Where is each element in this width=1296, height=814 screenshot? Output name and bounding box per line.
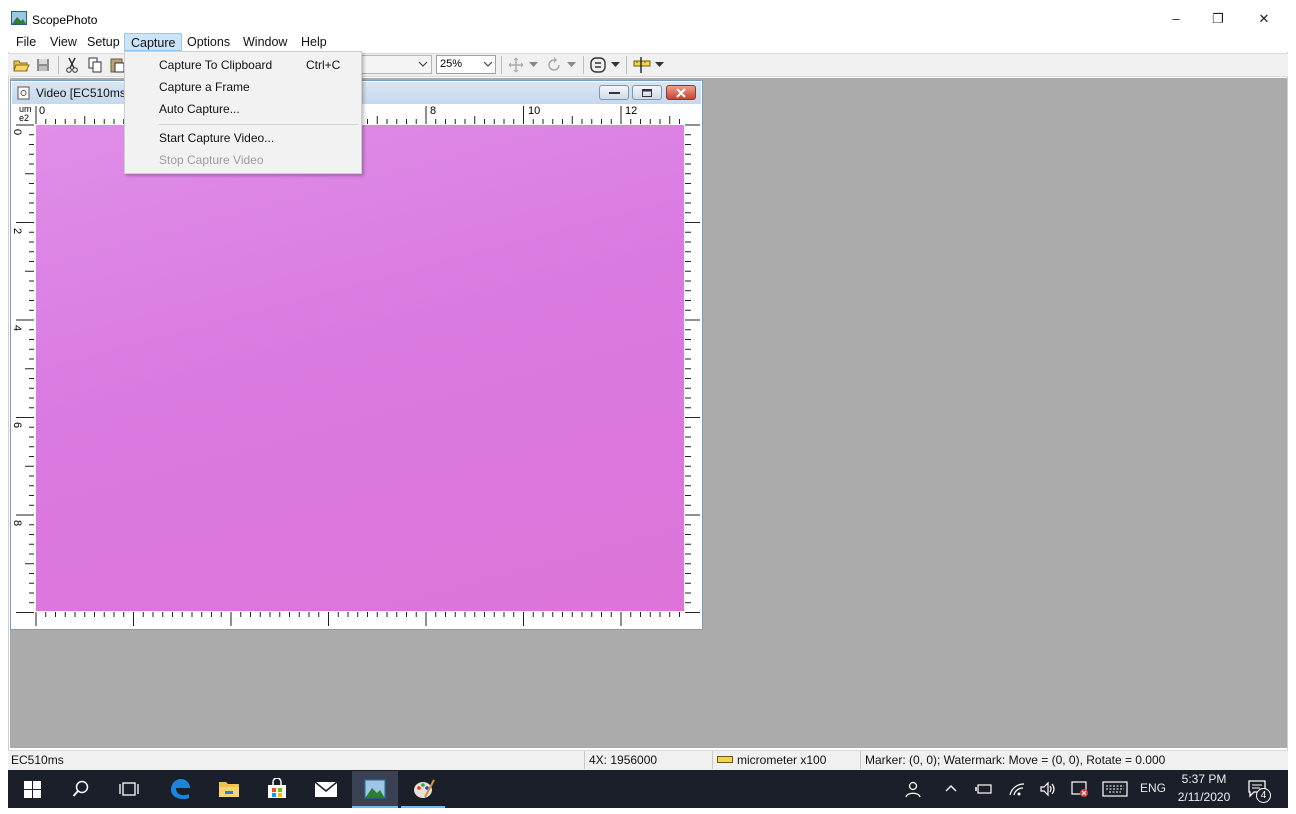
video-window-title: Video [EC510ms] <box>36 86 130 100</box>
video-image[interactable] <box>36 125 684 611</box>
scopephoto-app-icon <box>11 11 27 25</box>
clock-time[interactable]: 5:37 PM <box>1172 772 1236 786</box>
menu-item-capture-a-frame[interactable]: Capture a Frame <box>159 77 250 97</box>
caret-down-icon[interactable] <box>611 62 620 68</box>
ruler-label-left-2: 2 <box>11 227 24 235</box>
camera-document-icon <box>17 86 30 100</box>
windows-start-icon[interactable] <box>24 781 41 798</box>
search-icon[interactable] <box>72 780 90 798</box>
status-separator <box>860 751 861 769</box>
status-camera: EC510ms <box>11 753 64 767</box>
menu-window[interactable]: Window <box>237 33 293 51</box>
paint-app-icon[interactable] <box>412 777 436 801</box>
align-icon[interactable] <box>589 56 607 74</box>
battery-plug-icon[interactable] <box>975 781 993 797</box>
keyboard-icon[interactable] <box>1102 781 1128 797</box>
open-folder-icon[interactable] <box>12 56 30 74</box>
toolbar-separator <box>58 56 59 74</box>
minimize-icon <box>609 92 620 94</box>
status-marker: Marker: (0, 0); Watermark: Move = (0, 0)… <box>865 753 1166 767</box>
notification-count-badge: 4 <box>1256 788 1271 803</box>
menu-item-stop-capture-video: Stop Capture Video <box>159 153 264 167</box>
ruler-unit-bottom: e2 <box>19 113 30 123</box>
copy-icon[interactable] <box>86 56 104 74</box>
chevron-down-icon <box>418 61 428 67</box>
close-icon: ✕ <box>1258 11 1270 26</box>
minimize-icon: – <box>1172 11 1180 26</box>
ruler-label-left-6: 6 <box>11 421 24 429</box>
cut-icon[interactable] <box>63 56 81 74</box>
ruler-label-top-12: 12 <box>625 105 638 117</box>
menu-separator <box>158 124 358 125</box>
menu-view[interactable]: View <box>44 33 83 51</box>
status-unit: micrometer x100 <box>737 753 827 767</box>
wifi-icon[interactable] <box>1008 780 1026 798</box>
video-maximize-button[interactable] <box>632 85 662 100</box>
clock-date[interactable]: 2/11/2020 <box>1172 790 1236 804</box>
video-minimize-button[interactable] <box>599 85 629 100</box>
restore-icon: ❐ <box>1212 11 1224 26</box>
ruler-tool-icon[interactable] <box>633 56 651 74</box>
caret-down-icon[interactable] <box>567 62 576 68</box>
menu-item-start-capture-video[interactable]: Start Capture Video... <box>159 128 274 148</box>
zoom-value: 25% <box>440 58 463 70</box>
menu-file[interactable]: File <box>10 33 42 51</box>
menu-help[interactable]: Help <box>295 33 333 51</box>
chevron-up-icon[interactable] <box>944 783 958 793</box>
taskbar-running-indicator <box>401 806 445 808</box>
status-magnification: 4X: 1956000 <box>589 753 658 767</box>
close-icon <box>676 88 686 98</box>
security-alert-icon[interactable] <box>1071 780 1089 798</box>
task-view-icon[interactable] <box>119 780 139 798</box>
title-bar[interactable] <box>8 8 1288 32</box>
close-button[interactable]: ✕ <box>1241 8 1287 30</box>
toolbar-separator <box>501 56 502 74</box>
ruler-label-left-4: 4 <box>11 324 24 332</box>
menu-capture[interactable]: Capture <box>124 33 183 51</box>
rotate-icon[interactable] <box>545 56 563 74</box>
menu-setup[interactable]: Setup <box>81 33 126 51</box>
app-title: ScopePhoto <box>32 13 98 27</box>
ruler-unit-icon <box>717 756 733 763</box>
ruler-label-top-0: 0 <box>39 105 46 117</box>
save-icon[interactable] <box>34 56 52 74</box>
menu-item-auto-capture[interactable]: Auto Capture... <box>159 99 240 119</box>
edge-browser-icon[interactable] <box>168 777 192 801</box>
menu-options[interactable]: Options <box>181 33 236 51</box>
minimize-button[interactable]: – <box>1153 8 1199 30</box>
menu-item-capture-to-clipboard[interactable]: Capture To Clipboard <box>159 55 272 75</box>
status-separator <box>712 751 713 769</box>
move-icon[interactable] <box>507 56 525 74</box>
video-close-button[interactable] <box>666 85 696 100</box>
file-explorer-icon[interactable] <box>218 779 240 799</box>
ruler-label-left-8: 8 <box>11 519 24 527</box>
chevron-down-icon <box>483 61 493 67</box>
taskbar <box>8 770 1288 808</box>
toolbar-separator <box>583 56 584 74</box>
maximize-icon <box>642 89 652 97</box>
store-icon[interactable] <box>266 778 288 800</box>
people-icon[interactable] <box>903 780 921 798</box>
caret-down-icon[interactable] <box>655 62 664 68</box>
ruler-label-top-10: 10 <box>528 105 541 117</box>
language-indicator[interactable]: ENG <box>1138 778 1168 798</box>
mail-icon[interactable] <box>314 780 338 798</box>
volume-icon[interactable] <box>1039 780 1057 798</box>
ruler-label-top-8: 8 <box>430 105 437 117</box>
shortcut-ctrl-c: Ctrl+C <box>306 58 341 72</box>
ruler-label-left-0: 0 <box>11 128 24 136</box>
scopephoto-taskbar-icon <box>364 779 386 799</box>
status-separator <box>584 751 585 769</box>
restore-button[interactable]: ❐ <box>1195 8 1241 30</box>
toolbar-separator <box>626 56 627 74</box>
caret-down-icon[interactable] <box>529 62 538 68</box>
